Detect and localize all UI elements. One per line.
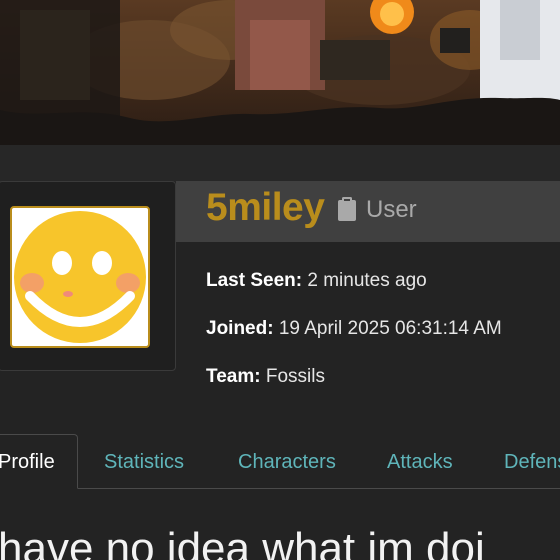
last-seen-label: Last Seen: (206, 270, 303, 291)
tab-statistics[interactable]: Statistics (104, 449, 184, 475)
joined-row: Joined: 19 April 2025 06:31:14 AM (206, 316, 502, 342)
smiley-face-icon (14, 211, 146, 343)
joined-value: 19 April 2025 06:31:14 AM (278, 318, 502, 339)
team-value[interactable]: Fossils (266, 366, 325, 387)
clipboard-icon (337, 196, 357, 227)
tab-attacks[interactable]: Attacks (387, 449, 453, 475)
avatar-container (0, 181, 176, 371)
tab-defense[interactable]: Defens (504, 449, 560, 475)
team-row: Team: Fossils (206, 364, 325, 390)
profile-bio-text: have no idea what im doi (0, 524, 485, 560)
banner-bottom-strip (0, 145, 560, 182)
username: 5miley (206, 186, 325, 229)
avatar[interactable] (10, 206, 150, 348)
role-label: User (366, 196, 417, 223)
tab-characters[interactable]: Characters (238, 449, 336, 475)
last-seen-row: Last Seen: 2 minutes ago (206, 268, 427, 294)
team-label: Team: (206, 366, 261, 387)
tab-profile[interactable]: Profile (0, 449, 55, 475)
joined-label: Joined: (206, 318, 274, 339)
tabs-divider (0, 488, 560, 489)
last-seen-value: 2 minutes ago (307, 270, 427, 291)
profile-banner-image (0, 0, 560, 145)
profile-page: 5miley User Last Seen: 2 minutes ago Joi… (0, 0, 560, 560)
